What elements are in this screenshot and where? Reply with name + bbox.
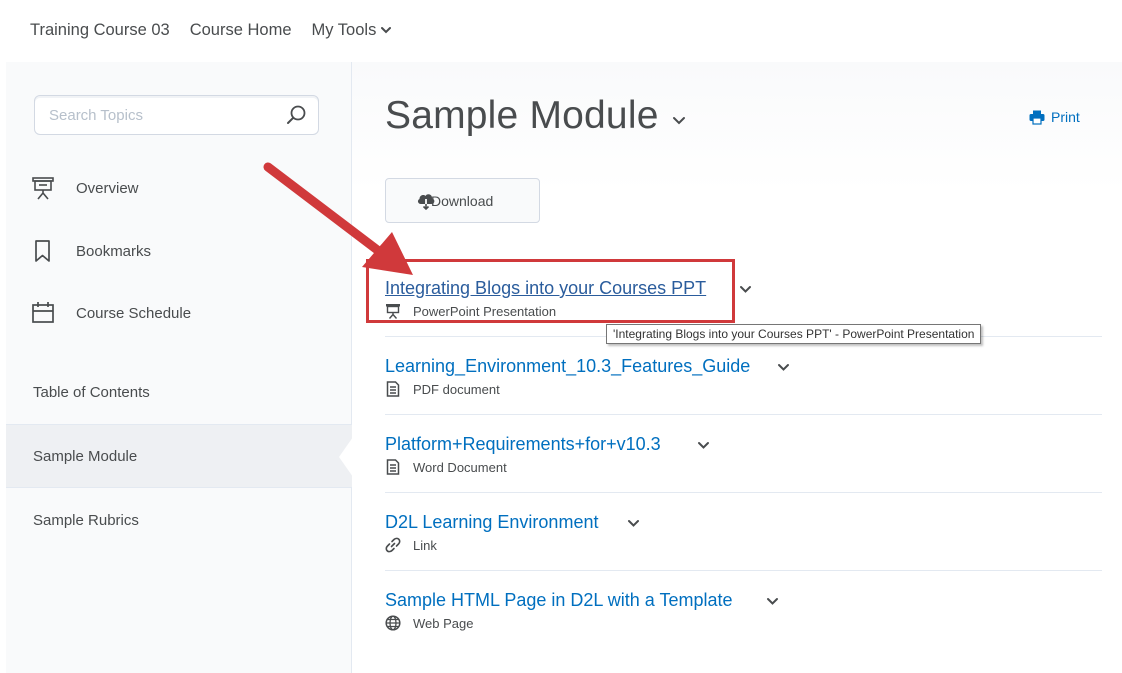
presentation-icon xyxy=(32,177,54,200)
chevron-down-icon[interactable] xyxy=(627,517,640,530)
divider xyxy=(385,570,1102,571)
topic-type: Link xyxy=(413,537,437,553)
topic-link[interactable]: Learning_Environment_10.3_Features_Guide xyxy=(385,356,750,377)
sidebar: Search Topics Overview Bookmarks Course … xyxy=(6,62,353,673)
search-placeholder: Search Topics xyxy=(49,107,143,124)
search-input[interactable]: Search Topics xyxy=(34,95,319,135)
chevron-down-icon[interactable] xyxy=(697,439,710,452)
document-icon xyxy=(386,381,400,397)
download-button[interactable]: Download xyxy=(385,178,540,223)
toc-label: Sample Module xyxy=(33,447,138,465)
topic-link[interactable]: D2L Learning Environment xyxy=(385,512,598,533)
page-title: Sample Module xyxy=(385,94,659,137)
chevron-down-icon[interactable] xyxy=(739,283,752,296)
my-tools-label: My Tools xyxy=(311,20,377,39)
document-icon xyxy=(386,459,400,475)
topic-meta: Link xyxy=(385,537,437,553)
sidebar-item-sample-rubrics[interactable]: Sample Rubrics xyxy=(6,488,352,552)
sidebar-item-bookmarks[interactable]: Bookmarks xyxy=(6,231,352,271)
divider xyxy=(385,492,1102,493)
sidebar-item-sample-module[interactable]: Sample Module xyxy=(6,424,353,488)
chevron-down-icon[interactable] xyxy=(777,361,790,374)
topic-link[interactable]: Sample HTML Page in D2L with a Template xyxy=(385,590,733,611)
link-icon xyxy=(385,537,401,553)
topic-meta: Word Document xyxy=(385,459,507,475)
topic-type: Web Page xyxy=(413,615,474,631)
calendar-icon xyxy=(32,302,54,323)
topic-meta: PDF document xyxy=(385,381,500,397)
topic-type: PDF document xyxy=(413,381,500,397)
download-label: Download xyxy=(431,192,494,209)
annotation-highlight-box xyxy=(366,259,735,323)
sidebar-item-label: Bookmarks xyxy=(76,242,152,260)
print-button[interactable]: Print xyxy=(1029,109,1080,125)
toc-label: Sample Rubrics xyxy=(33,511,139,529)
my-tools-menu[interactable]: My Tools xyxy=(312,21,392,40)
toc-label: Table of Contents xyxy=(33,383,150,401)
printer-icon xyxy=(1029,110,1045,125)
chevron-down-icon[interactable] xyxy=(672,114,686,128)
top-navbar: Training Course 03 Course Home My Tools xyxy=(30,18,392,42)
course-home-link[interactable]: Course Home xyxy=(190,21,292,40)
print-label: Print xyxy=(1051,109,1080,125)
sidebar-item-course-schedule[interactable]: Course Schedule xyxy=(6,293,352,333)
sidebar-item-overview[interactable]: Overview xyxy=(6,168,352,208)
divider xyxy=(385,414,1102,415)
sidebar-item-table-of-contents[interactable]: Table of Contents xyxy=(6,360,352,424)
chevron-down-icon xyxy=(381,27,392,34)
topic-type: Word Document xyxy=(413,459,507,475)
course-title-link[interactable]: Training Course 03 xyxy=(30,21,170,40)
active-indicator xyxy=(339,437,353,477)
globe-icon xyxy=(385,615,401,631)
bookmark-icon xyxy=(35,240,50,262)
topic-meta: Web Page xyxy=(385,615,473,631)
tooltip: 'Integrating Blogs into your Courses PPT… xyxy=(606,324,982,344)
chevron-down-icon[interactable] xyxy=(766,595,779,608)
main-content: Sample Module Print Download Integrating… xyxy=(352,62,1122,673)
topic-link[interactable]: Platform+Requirements+for+v10.3 xyxy=(385,434,661,455)
cloud-download-icon xyxy=(417,194,435,210)
search-icon[interactable] xyxy=(285,104,307,126)
sidebar-item-label: Overview xyxy=(76,179,139,197)
sidebar-item-label: Course Schedule xyxy=(76,304,192,322)
